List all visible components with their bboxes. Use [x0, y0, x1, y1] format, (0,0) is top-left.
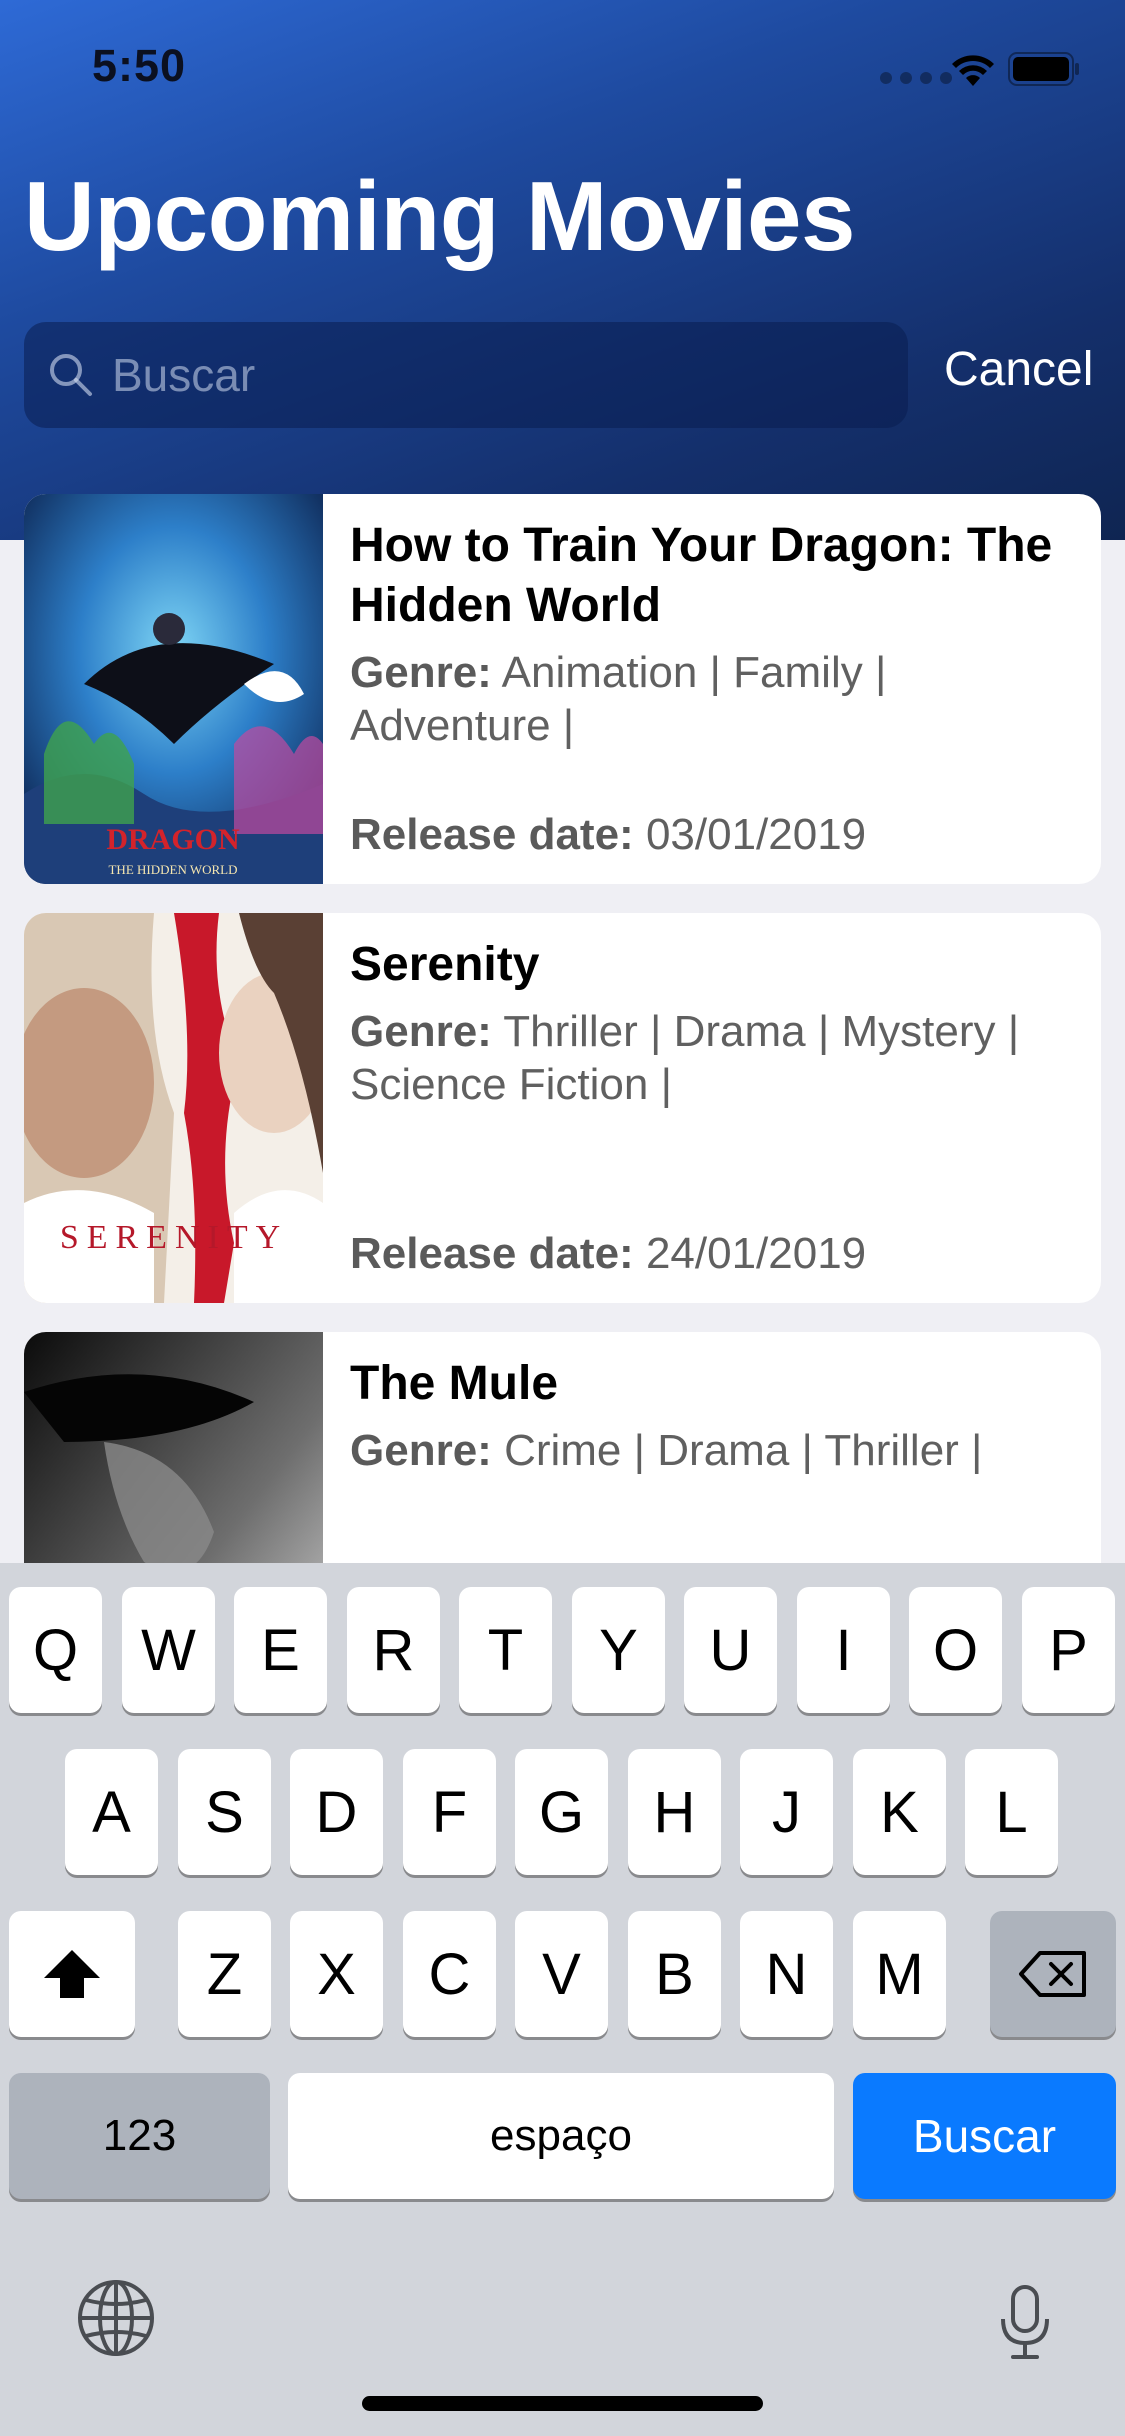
movie-card[interactable]: SERENITY Serenity Genre: Thriller | Dram…: [24, 913, 1101, 1303]
release-date: 24/01/2019: [645, 1229, 867, 1278]
microphone-icon[interactable]: [995, 2283, 1055, 2363]
key-x[interactable]: X: [290, 1911, 383, 2037]
key-t[interactable]: T: [459, 1587, 552, 1713]
movie-info: Serenity Genre: Thriller | Drama | Myste…: [350, 935, 1080, 1111]
cellular-signal-icon: [880, 72, 952, 84]
key-w[interactable]: W: [122, 1587, 215, 1713]
movie-poster: DRAGON THE HIDDEN WORLD: [24, 494, 323, 884]
movie-release: Release date: 24/01/2019: [350, 1229, 866, 1279]
release-label: Release date:: [350, 810, 634, 859]
backspace-icon: [1019, 1951, 1086, 1997]
key-v[interactable]: V: [515, 1911, 608, 2037]
cancel-button[interactable]: Cancel: [944, 342, 1093, 397]
movie-title: The Mule: [350, 1357, 559, 1410]
key-l[interactable]: L: [965, 1749, 1058, 1875]
numbers-key[interactable]: 123: [9, 2073, 270, 2199]
movie-genres: Genre: Animation | Family | Adventure |: [350, 646, 1080, 752]
genre-label: Genre:: [350, 1426, 492, 1475]
keyboard: Q W E R T Y U I O P A S D F G H J K L Z …: [0, 1563, 1125, 2436]
movie-poster: SERENITY: [24, 913, 323, 1303]
movie-release: Release date: 03/01/2019: [350, 810, 866, 860]
key-h[interactable]: H: [628, 1749, 721, 1875]
genre-label: Genre:: [350, 1007, 492, 1056]
key-c[interactable]: C: [403, 1911, 496, 2037]
movie-card[interactable]: DRAGON THE HIDDEN WORLD How to Train You…: [24, 494, 1101, 884]
key-y[interactable]: Y: [572, 1587, 665, 1713]
release-label: Release date:: [350, 1229, 634, 1278]
genre-values: Crime | Drama | Thriller |: [504, 1426, 983, 1475]
search-input[interactable]: [112, 342, 872, 408]
key-p[interactable]: P: [1022, 1587, 1115, 1713]
status-time: 5:50: [92, 40, 187, 91]
home-indicator: [362, 2396, 763, 2411]
key-f[interactable]: F: [403, 1749, 496, 1875]
key-i[interactable]: I: [797, 1587, 890, 1713]
space-key[interactable]: espaço: [288, 2073, 834, 2199]
movie-title: Serenity: [350, 938, 540, 991]
wifi-icon: [952, 55, 994, 86]
shift-key[interactable]: [9, 1911, 135, 2037]
movie-genres: Genre: Crime | Drama | Thriller |: [350, 1424, 1080, 1477]
poster-title-text: DRAGON: [106, 823, 240, 856]
key-d[interactable]: D: [290, 1749, 383, 1875]
key-r[interactable]: R: [347, 1587, 440, 1713]
key-u[interactable]: U: [684, 1587, 777, 1713]
key-a[interactable]: A: [65, 1749, 158, 1875]
backspace-key[interactable]: [990, 1911, 1116, 2037]
key-z[interactable]: Z: [178, 1911, 271, 2037]
key-m[interactable]: M: [853, 1911, 946, 2037]
key-q[interactable]: Q: [9, 1587, 102, 1713]
key-g[interactable]: G: [515, 1749, 608, 1875]
poster-title-text: SERENITY: [60, 1219, 288, 1256]
poster-subtitle-text: THE HIDDEN WORLD: [108, 862, 237, 877]
globe-icon[interactable]: [76, 2278, 156, 2358]
key-s[interactable]: S: [178, 1749, 271, 1875]
key-e[interactable]: E: [234, 1587, 327, 1713]
search-return-key[interactable]: Buscar: [853, 2073, 1116, 2199]
search-icon: [50, 354, 92, 396]
key-o[interactable]: O: [909, 1587, 1002, 1713]
movie-info: The Mule Genre: Crime | Drama | Thriller…: [350, 1354, 1080, 1477]
key-n[interactable]: N: [740, 1911, 833, 2037]
movie-title: How to Train Your Dragon: The Hidden Wor…: [350, 519, 1053, 632]
key-k[interactable]: K: [853, 1749, 946, 1875]
battery-icon: [1008, 52, 1079, 86]
status-bar: 5:50: [0, 0, 1125, 132]
movie-info: How to Train Your Dragon: The Hidden Wor…: [350, 516, 1080, 752]
movie-genres: Genre: Thriller | Drama | Mystery | Scie…: [350, 1005, 1080, 1111]
key-j[interactable]: J: [740, 1749, 833, 1875]
key-b[interactable]: B: [628, 1911, 721, 2037]
search-field[interactable]: [24, 322, 908, 428]
page-title: Upcoming Movies: [24, 161, 856, 271]
header: 5:50 Upcoming Movies Cancel: [0, 0, 1125, 540]
release-date: 03/01/2019: [645, 810, 867, 859]
shift-icon: [44, 1950, 100, 1998]
genre-label: Genre:: [350, 648, 492, 697]
